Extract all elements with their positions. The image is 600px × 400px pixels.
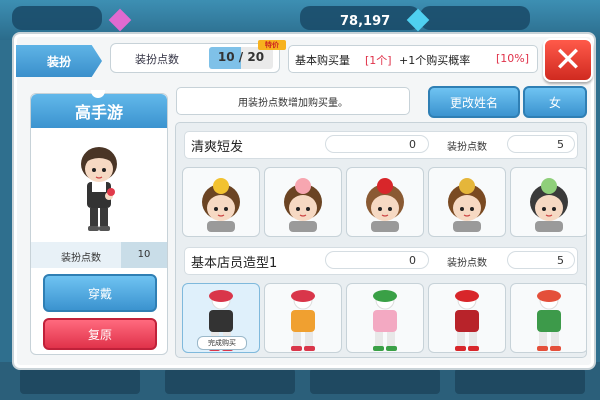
purchased-label: 完成购买	[197, 336, 247, 350]
hint-text-box: 用装扮点数增加购买量。	[176, 87, 410, 115]
item-card[interactable]	[182, 167, 260, 237]
bottom-slot	[20, 368, 140, 394]
item-card[interactable]	[264, 283, 342, 353]
gender-button[interactable]: 女	[523, 86, 587, 118]
dress-points-meter: 装扮点数 10 / 20	[110, 43, 280, 73]
panel-notch	[91, 90, 105, 98]
avatar-peach-hat-icon	[273, 172, 333, 232]
category-title: 清爽短发	[191, 140, 244, 155]
category-points: 5	[507, 251, 575, 269]
buy-rate-value: [10%]	[495, 52, 529, 65]
reset-button-label: 复原	[87, 327, 112, 342]
character-avatar	[81, 147, 117, 231]
wear-button[interactable]: 穿戴	[43, 274, 157, 312]
wear-button-label: 穿戴	[87, 286, 112, 301]
coin-count: 78,197	[340, 14, 391, 29]
character-points-value: 10	[121, 242, 167, 268]
bottom-slot	[310, 368, 440, 394]
hint-text: 用装扮点数增加购买量。	[238, 97, 348, 109]
dress-points-label: 装扮点数	[135, 53, 179, 66]
top-panel-left	[12, 6, 102, 30]
item-card[interactable]	[346, 283, 424, 353]
character-preview	[71, 138, 127, 238]
rename-button[interactable]: 更改姓名	[428, 86, 520, 118]
avatar-yellow-bun-hair-icon	[191, 172, 251, 232]
bottom-slot	[165, 368, 295, 394]
avatar-braided-hair-icon	[437, 172, 497, 232]
item-card[interactable]	[510, 283, 586, 353]
outfit-red-dress-icon	[437, 288, 497, 352]
tab-dress-up[interactable]: 装扮	[16, 45, 102, 77]
character-panel: 高手游 装扮点数 10 穿戴 复原	[30, 90, 168, 355]
character-name: 高手游	[74, 103, 123, 122]
category-title: 基本店员造型1	[191, 256, 278, 271]
outfit-orange-dress-icon	[273, 288, 333, 352]
gender-button-label: 女	[548, 95, 561, 110]
purchase-info: 基本购买量 [1个] +1个购买概率 [10%]	[288, 45, 538, 73]
category-header: 基本店员造型1 0 装扮点数 5	[184, 247, 578, 275]
category-count: 0	[325, 135, 429, 153]
item-card[interactable]	[428, 283, 506, 353]
character-name-bar: 高手游	[31, 90, 167, 128]
items-scroll-area[interactable]: 清爽短发 0 装扮点数 5 基本店员造型1 0 装扮点数 5 完成购买	[175, 122, 587, 358]
outfit-pink-clover-icon	[355, 288, 415, 352]
dress-points-track: 10 / 20	[209, 47, 273, 69]
item-card[interactable]: 完成购买	[182, 283, 260, 353]
avatar-green-face-icon	[519, 172, 579, 232]
buy-amount-label: 基本购买量	[295, 54, 350, 67]
avatar-santa-hat-icon	[355, 172, 415, 232]
dress-points-value: 10 / 20	[217, 50, 265, 64]
outfit-hanbok-icon	[519, 288, 579, 352]
category-points-label: 装扮点数	[447, 258, 487, 269]
category-points-label: 装扮点数	[447, 142, 487, 153]
buy-rate-label: +1个购买概率	[399, 54, 471, 67]
close-icon: ✕	[553, 40, 583, 80]
item-card[interactable]	[428, 167, 506, 237]
item-card[interactable]	[264, 167, 342, 237]
category-points: 5	[507, 135, 575, 153]
tab-label: 装扮	[46, 54, 71, 69]
reset-button[interactable]: 复原	[43, 318, 157, 350]
character-points-row: 装扮点数 10	[31, 242, 167, 268]
close-button[interactable]: ✕	[543, 38, 593, 82]
item-card[interactable]	[510, 167, 586, 237]
item-card[interactable]	[346, 167, 424, 237]
sale-badge: 特价	[258, 40, 286, 50]
category-header: 清爽短发 0 装扮点数 5	[184, 131, 578, 159]
buy-amount-value: [1个]	[365, 54, 392, 67]
category-count: 0	[325, 251, 429, 269]
rename-button-label: 更改姓名	[449, 95, 498, 110]
character-points-label: 装扮点数	[61, 253, 101, 264]
top-panel-gems	[420, 6, 530, 30]
bottom-slot	[455, 368, 585, 394]
